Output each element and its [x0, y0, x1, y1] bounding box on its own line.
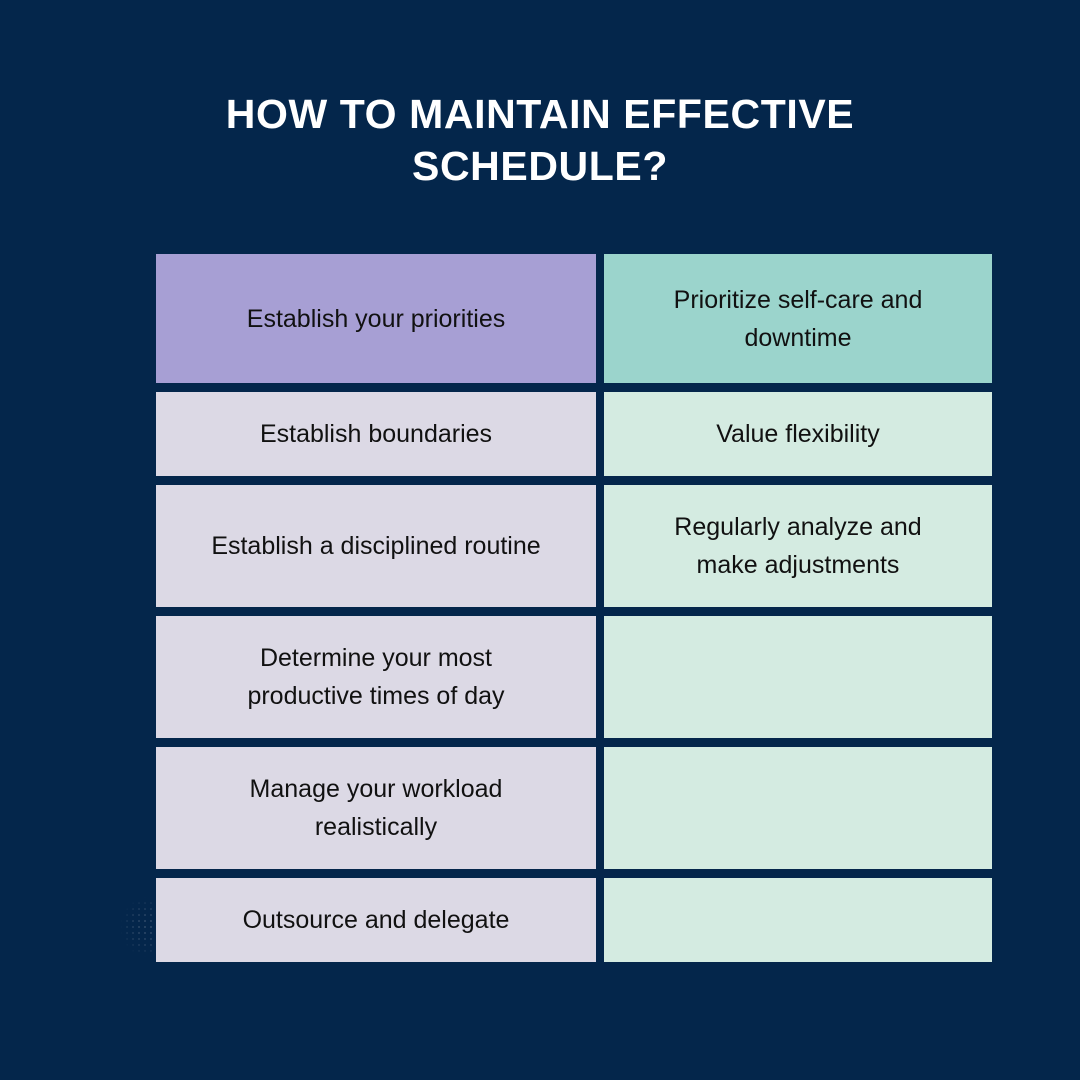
cell-left-5-label: Outsource and delegate — [242, 906, 510, 934]
cell-right-1-label: Value flexibility — [716, 420, 880, 448]
schedule-table: Establish your priorities Prioritize sel… — [156, 254, 992, 962]
table-row: Outsource and delegate — [156, 878, 992, 962]
header-cell-right: Prioritize self-care and downtime — [604, 254, 992, 383]
table-row: Establish boundaries Value flexibility — [156, 392, 992, 476]
header-right-label: Prioritize self-care and downtime — [673, 285, 923, 352]
cell-left-1-label: Establish boundaries — [259, 420, 493, 448]
cell-left-3-label: Determine your most productive times of … — [247, 644, 505, 710]
header-cell-left: Establish your priorities — [156, 254, 596, 383]
table-row: Determine your most productive times of … — [156, 616, 992, 738]
cell-right-3 — [604, 616, 992, 738]
poster-canvas: How to Maintain Effective Schedule? Esta… — [0, 0, 1080, 1080]
page-title: How to Maintain Effective Schedule? — [225, 91, 855, 189]
table-row: Manage your workload realistically — [156, 747, 992, 869]
table-header-row: Establish your priorities Prioritize sel… — [156, 254, 992, 383]
cell-left-4-label: Manage your workload realistically — [249, 775, 503, 841]
cell-left-4: Manage your workload realistically — [156, 747, 596, 869]
cell-right-2: Regularly analyze and make adjustments — [604, 485, 992, 607]
cell-left-1: Establish boundaries — [156, 392, 596, 476]
cell-right-2-label: Regularly analyze and make adjustments — [674, 513, 922, 579]
cell-left-3: Determine your most productive times of … — [156, 616, 596, 738]
header-left-label: Establish your priorities — [246, 304, 506, 333]
cell-left-2-label: Establish a disciplined routine — [211, 532, 541, 560]
cell-right-5 — [604, 878, 992, 962]
cell-left-2: Establish a disciplined routine — [156, 485, 596, 607]
table-row: Establish a disciplined routine Regularl… — [156, 485, 992, 607]
cell-right-4 — [604, 747, 992, 869]
cell-left-5: Outsource and delegate — [156, 878, 596, 962]
cell-right-1: Value flexibility — [604, 392, 992, 476]
